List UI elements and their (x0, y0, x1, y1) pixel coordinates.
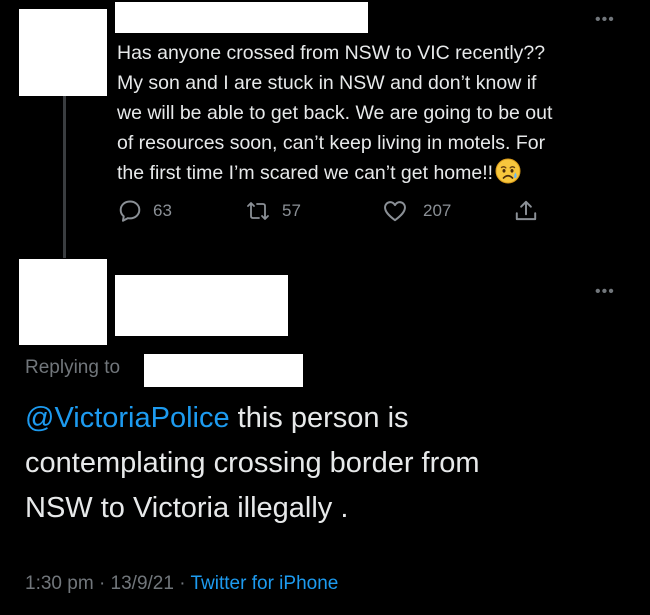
tweet-time[interactable]: 1:30 pm (25, 573, 94, 594)
heart-icon (384, 201, 406, 222)
retweet-icon (247, 202, 269, 220)
thread-connector-line (63, 96, 66, 258)
tweet-text-line: NSW to Victoria illegally . (25, 492, 349, 524)
replying-to: Replying to (25, 357, 120, 379)
tweet-metadata: 1:30 pm · 13/9/21 · Twitter for iPhone (25, 573, 338, 595)
reply-tweet-text: @VictoriaPolice this person is contempla… (25, 396, 635, 531)
tweet-text-line: My son and I are stuck in NSW and don’t … (117, 72, 537, 94)
reply-button[interactable]: 63 (117, 198, 172, 224)
redacted-avatar (19, 259, 107, 345)
reply-count: 63 (153, 201, 172, 220)
meta-separator: · (179, 573, 186, 594)
redacted-replying-to-handle[interactable] (144, 354, 303, 387)
retweet-button[interactable]: 57 (244, 198, 301, 224)
sad-but-relieved-face-emoji (495, 158, 521, 184)
share-icon (515, 200, 537, 221)
more-horizontal-icon[interactable]: ••• (595, 284, 615, 300)
tweet-text-line: this person is (229, 402, 409, 434)
like-button[interactable]: 207 (381, 198, 451, 224)
tweet-text-line: Has anyone crossed from NSW to VIC recen… (117, 42, 546, 64)
mention-link[interactable]: @VictoriaPolice (25, 402, 230, 434)
redacted-avatar (19, 9, 107, 96)
redacted-author-name (115, 2, 368, 33)
share-button[interactable] (513, 198, 539, 224)
tweet-text-line: of resources soon, can’t keep living in … (117, 132, 546, 154)
meta-separator: · (98, 573, 106, 594)
like-count: 207 (423, 201, 452, 220)
tweet-text-line: the first time I’m scared we can’t get h… (117, 162, 494, 184)
redacted-author-name (115, 275, 288, 336)
tweet-date[interactable]: 13/9/21 (111, 573, 174, 594)
more-horizontal-icon[interactable]: ••• (595, 12, 615, 28)
tweet-text-line: we will be able to get back. We are goin… (117, 102, 553, 124)
parent-tweet-text: Has anyone crossed from NSW to VIC recen… (117, 38, 637, 188)
reply-icon (119, 200, 141, 222)
retweet-count: 57 (282, 201, 301, 220)
tweet-source-link[interactable]: Twitter for iPhone (191, 573, 339, 594)
tweet-text-line: contemplating crossing border from (25, 447, 480, 479)
replying-to-label: Replying to (25, 357, 121, 378)
